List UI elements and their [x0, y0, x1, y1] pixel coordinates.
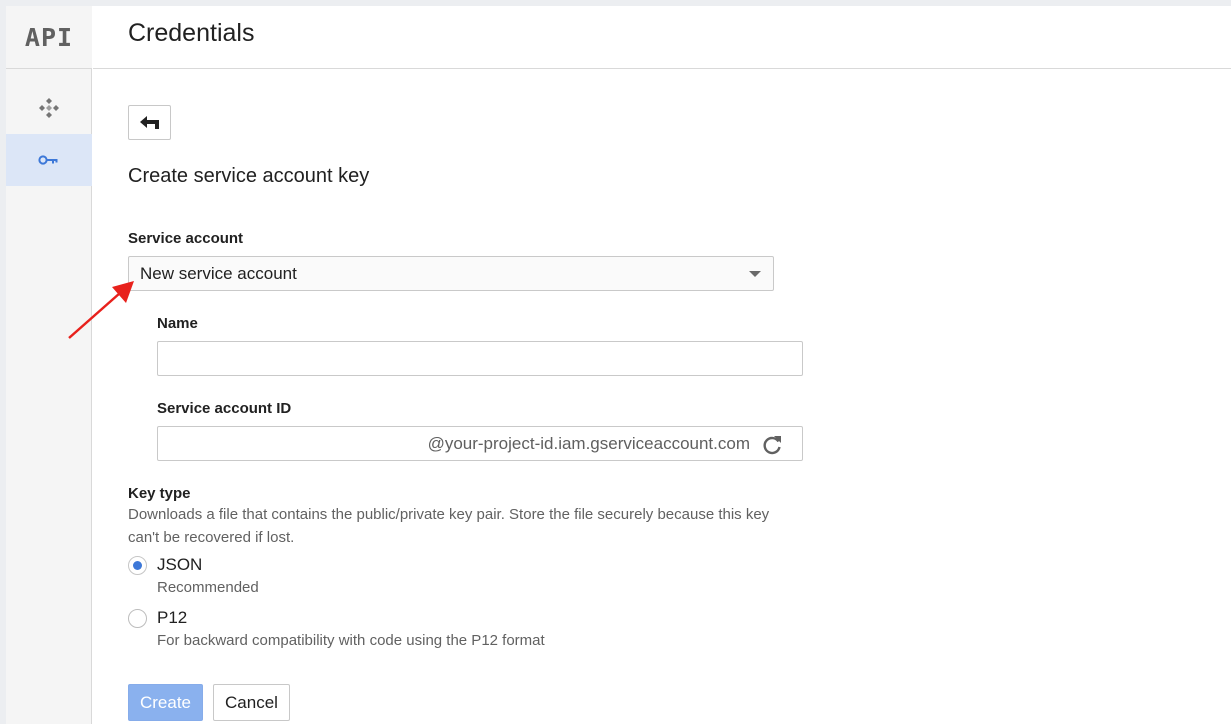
form-heading: Create service account key — [128, 165, 370, 187]
service-account-selected-value: New service account — [140, 264, 297, 283]
service-account-label: Service account — [128, 230, 244, 247]
key-icon — [38, 155, 58, 165]
service-account-id-field: @your-project-id.iam.gserviceaccount.com — [157, 426, 803, 461]
page-title: Credentials — [128, 19, 255, 47]
logo-cell: API — [6, 6, 92, 69]
name-label: Name — [157, 315, 198, 332]
back-arrow-icon — [139, 115, 159, 129]
radio-p12[interactable] — [128, 609, 147, 628]
page-header: Credentials — [93, 6, 1231, 69]
radio-p12-description: For backward compatibility with code usi… — [157, 632, 545, 649]
radio-p12-label: P12 — [157, 608, 188, 627]
dashboard-diamond-icon — [39, 98, 59, 118]
create-button[interactable]: Create — [128, 684, 203, 721]
red-arrow-annotation — [68, 281, 134, 339]
app-frame: API Credentials Create service account k… — [6, 6, 1231, 724]
left-rail: API — [6, 6, 92, 724]
sidebar-item-credentials[interactable] — [6, 134, 92, 186]
refresh-button[interactable] — [760, 433, 784, 457]
service-account-id-input[interactable] — [158, 427, 408, 460]
cancel-button[interactable]: Cancel — [213, 684, 290, 721]
caret-down-icon — [749, 271, 761, 277]
refresh-icon — [763, 436, 781, 455]
radio-json[interactable] — [128, 556, 147, 575]
key-type-label: Key type — [128, 485, 191, 502]
service-account-id-suffix: @your-project-id.iam.gserviceaccount.com — [427, 434, 750, 453]
back-button[interactable] — [128, 105, 171, 140]
radio-json-description: Recommended — [157, 579, 259, 596]
service-account-id-label: Service account ID — [157, 400, 292, 417]
name-input[interactable] — [157, 341, 803, 376]
radio-json-label: JSON — [157, 555, 203, 574]
service-account-select[interactable]: New service account — [128, 256, 774, 291]
sidebar-item-dashboard[interactable] — [6, 82, 92, 134]
key-type-help-text: Downloads a file that contains the publi… — [128, 506, 770, 546]
api-logo: API — [24, 22, 74, 52]
